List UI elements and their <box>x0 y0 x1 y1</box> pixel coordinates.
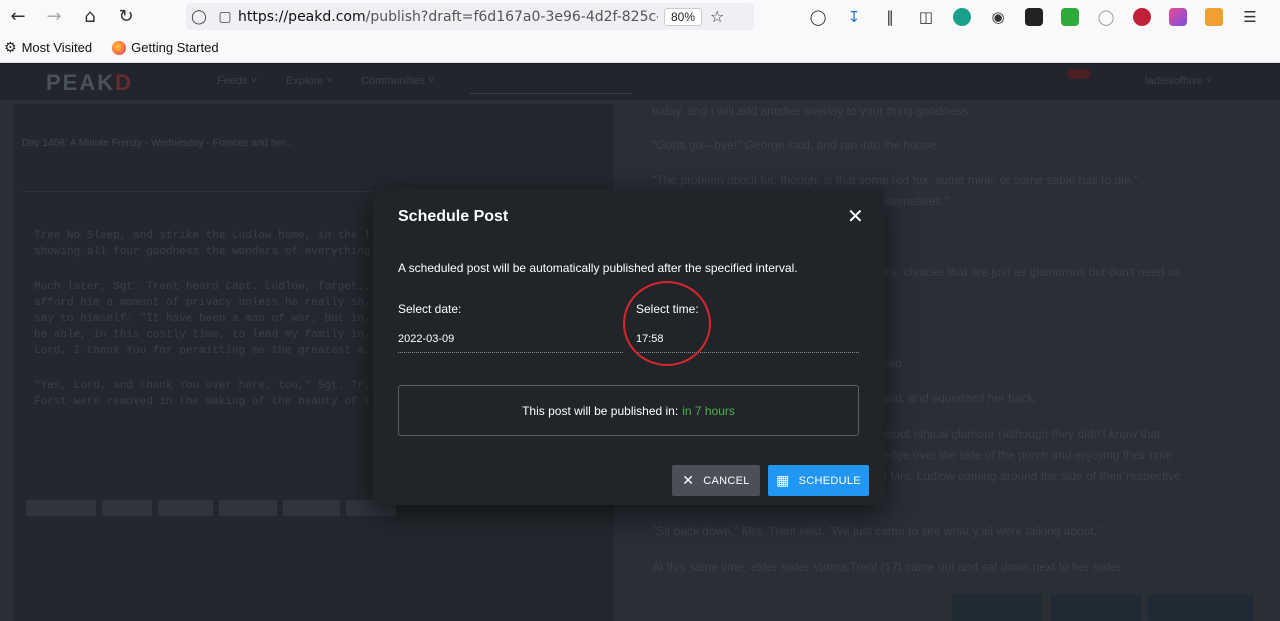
publish-info-value: in 7 hours <box>682 403 735 418</box>
editor-line: "Yes, Lord, and thank You over here, too… <box>34 380 384 392</box>
toolbar-icons: ◯ ↧ ‖ ◫ ◉ ◯ ☰ <box>800 0 1268 33</box>
editor-line: afford him a moment of privacy unless he… <box>34 297 384 309</box>
url-text[interactable]: https://peakd.com/publish?draft=f6d167a0… <box>238 9 658 25</box>
preview-line: ledge over the side of the porch and enj… <box>880 448 1173 462</box>
preview-line: d Mrs. Ludlow coming around the side of … <box>880 469 1181 483</box>
lock-icon[interactable]: ▢ <box>212 9 238 25</box>
date-field[interactable]: 2022-03-09 <box>398 333 454 345</box>
publish-info-text: This post will be published in: <box>522 403 679 418</box>
background-button[interactable] <box>1148 594 1253 621</box>
schedule-post-dialog: Schedule Post ✕ A scheduled post will be… <box>373 189 884 505</box>
sidebar-icon[interactable]: ◫ <box>908 0 944 33</box>
publish-info-box: This post will be published in: in 7 hou… <box>398 385 859 436</box>
schedule-button[interactable]: ▦ SCHEDULE <box>768 465 869 496</box>
back-arrow-icon[interactable]: ← <box>0 0 36 33</box>
zoom-level[interactable]: 80% <box>664 7 703 26</box>
extension-hive-icon[interactable] <box>1124 0 1160 33</box>
close-icon[interactable]: ✕ <box>847 206 864 226</box>
nav-communities[interactable]: Communities ˅ <box>361 75 435 87</box>
home-icon[interactable]: ⌂ <box>72 0 108 33</box>
bookmark-getting-started[interactable]: Getting Started <box>108 40 219 55</box>
user-menu[interactable]: ladiesofhive ˅ <box>1145 75 1213 87</box>
tag-chip[interactable] <box>102 500 152 516</box>
preview-line: "Sit back down," Mrs. Trent said. "We ju… <box>652 524 1102 538</box>
editor-title[interactable]: Day 1406: A Minute Frenzy - Wednesday - … <box>22 138 293 149</box>
library-icon[interactable]: ‖ <box>872 0 908 33</box>
nav-feeds[interactable]: Feeds ˅ <box>217 75 257 87</box>
metamask-icon[interactable] <box>1196 0 1232 33</box>
preview-line: At this same time, elder sister Vanna Tr… <box>652 560 1122 574</box>
annotation-circle <box>623 281 711 366</box>
bookmarks-bar: ⚙ Most Visited Getting Started <box>0 33 1280 63</box>
site-logo[interactable]: PEAKD <box>46 70 133 96</box>
shield-icon[interactable]: ◯ <box>186 9 212 25</box>
reload-icon[interactable]: ↻ <box>108 0 144 33</box>
schedule-button-label: SCHEDULE <box>798 474 861 487</box>
editor-line: say to himself: "It have been a man of w… <box>34 313 384 325</box>
site-header: PEAKD Feeds ˅ Explore ˅ Communities ˅ la… <box>0 64 1280 100</box>
notification-badge[interactable] <box>1067 69 1091 79</box>
preview-line: about ethical glamour (although they did… <box>880 427 1161 441</box>
tag-chip[interactable] <box>283 500 340 516</box>
download-icon[interactable]: ↧ <box>836 0 872 33</box>
cancel-button[interactable]: ✕ CANCEL <box>672 465 760 496</box>
menu-icon[interactable]: ☰ <box>1232 0 1268 33</box>
extension-circle-icon[interactable]: ◯ <box>1088 0 1124 33</box>
bookmark-most-visited[interactable]: ⚙ Most Visited <box>4 40 92 56</box>
editor-line: Much later, Sgt. Trent heard Capt. Ludlo… <box>34 281 378 293</box>
extension-search-icon[interactable]: ◉ <box>980 0 1016 33</box>
background-button[interactable] <box>1051 594 1141 621</box>
close-icon: ✕ <box>682 472 695 489</box>
bookmark-star-icon[interactable]: ☆ <box>710 7 724 26</box>
site-search-input[interactable] <box>470 72 632 94</box>
calendar-icon: ▦ <box>776 472 790 489</box>
editor-line: Lord, I thank You for permitting me the … <box>34 345 384 357</box>
dialog-description: A scheduled post will be automatically p… <box>398 261 798 275</box>
date-label: Select date: <box>398 302 462 316</box>
bookmark-label: Getting Started <box>131 40 219 55</box>
tag-chip[interactable] <box>158 500 213 516</box>
editor-line: be able, in this costly time, to lead my… <box>34 329 384 341</box>
browser-toolbar: ← → ⌂ ↻ ◯ ▢ https://peakd.com/publish?dr… <box>0 0 1280 33</box>
firefox-icon <box>112 40 127 55</box>
forward-arrow-icon[interactable]: → <box>36 0 72 33</box>
nav-explore[interactable]: Explore ˅ <box>286 75 333 87</box>
cancel-button-label: CANCEL <box>703 474 750 487</box>
tag-chip[interactable] <box>219 500 277 516</box>
date-field-underline <box>398 352 623 353</box>
background-button[interactable] <box>952 594 1042 621</box>
address-bar[interactable]: ◯ ▢ https://peakd.com/publish?draft=f6d1… <box>186 3 754 30</box>
gear-icon: ⚙ <box>4 39 17 56</box>
preview-line: today, and I will add another overlay to… <box>652 104 972 118</box>
editor-line: Forst were removed in the making of the … <box>34 396 391 408</box>
extension-2-icon[interactable] <box>1160 0 1196 33</box>
extension-dark-icon[interactable] <box>1016 0 1052 33</box>
preview-line: "Gotta go—bye!" George said, and ran int… <box>652 138 940 152</box>
preview-line: alternatives." <box>880 194 949 208</box>
editor-line: showing all four goodness the wonders of… <box>34 246 391 258</box>
tag-chip[interactable] <box>26 500 96 516</box>
dialog-title: Schedule Post <box>398 208 509 225</box>
preview-line: said, and squeezed her back. <box>880 391 1037 405</box>
extension-check-icon[interactable] <box>1052 0 1088 33</box>
extension-a-icon[interactable] <box>944 0 980 33</box>
bookmark-label: Most Visited <box>21 40 93 55</box>
preview-line: ers, choices that are just as glamorous … <box>880 265 1181 279</box>
pocket-icon[interactable]: ◯ <box>800 0 836 33</box>
preview-line: "The problem about fur, though, is that … <box>652 173 1139 187</box>
editor-line: Tree No Sleep, and strike the Ludlow hom… <box>34 230 391 242</box>
